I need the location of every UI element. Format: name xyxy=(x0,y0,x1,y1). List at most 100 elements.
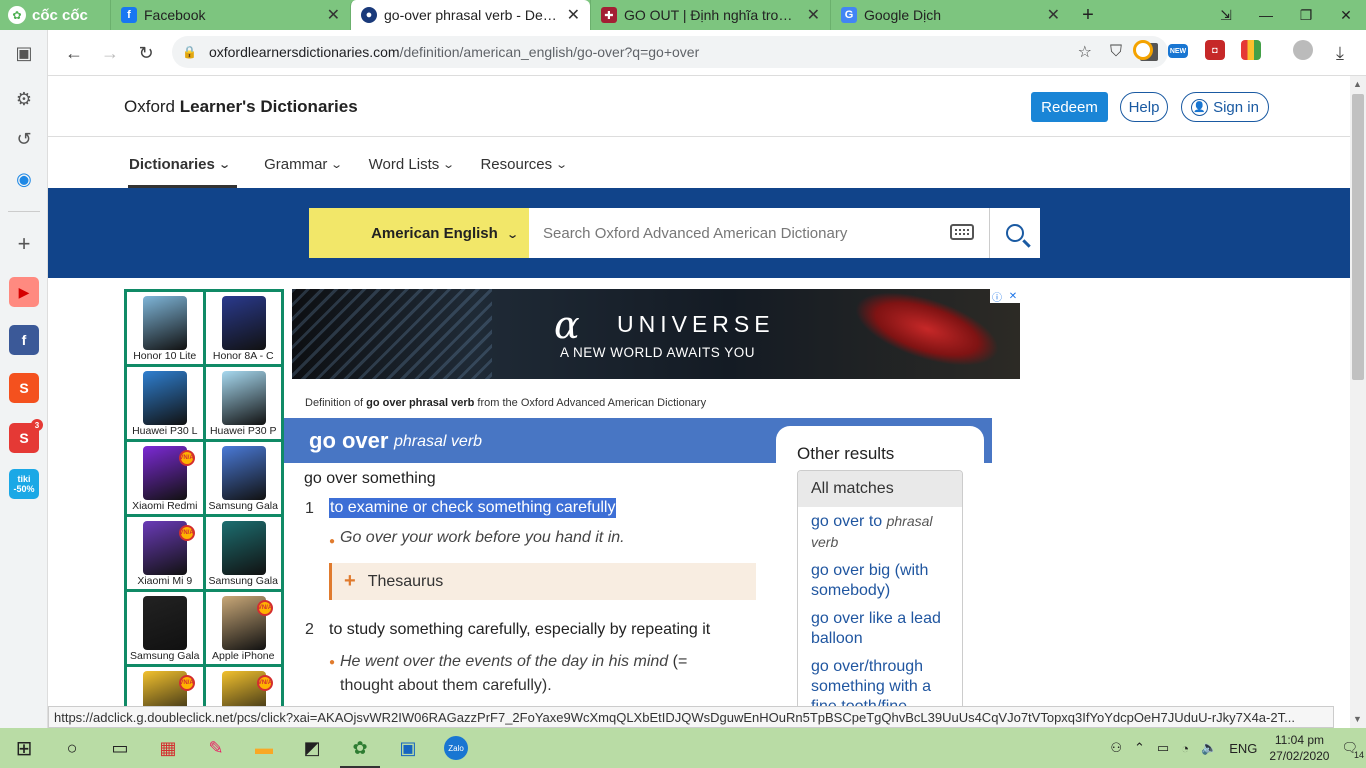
dictionary-select-label: American English xyxy=(371,224,498,242)
product-tile[interactable]: VN/A Apple iPhone xyxy=(205,592,281,664)
cortana-search-icon[interactable]: ○ xyxy=(48,728,96,768)
adchoices-icon[interactable]: ⓘ xyxy=(990,289,1004,304)
match-link[interactable]: go over like a lead balloon xyxy=(798,605,962,653)
maximize-icon[interactable]: ❐ xyxy=(1286,0,1326,30)
add-app-icon[interactable]: + xyxy=(9,229,39,259)
paint-app-icon[interactable]: ✎ xyxy=(192,728,240,768)
minimize-icon[interactable]: — xyxy=(1246,0,1286,30)
product-tile[interactable]: Huawei P30 L xyxy=(127,367,203,439)
headword: go over xyxy=(309,428,389,453)
volume-icon[interactable]: 🔈 xyxy=(1201,740,1217,756)
language-indicator[interactable]: ENG xyxy=(1229,741,1257,756)
messenger-icon[interactable]: ◉ xyxy=(9,164,39,194)
red-extension-icon[interactable]: ◘ xyxy=(1205,40,1225,60)
shield-icon[interactable]: ⛉ xyxy=(1110,43,1122,61)
page-scrollbar[interactable]: ▲ ▼ xyxy=(1350,76,1366,728)
nav-grammar[interactable]: Grammar ⌄ xyxy=(264,144,343,188)
app-taskbar-icon[interactable]: ▣ xyxy=(384,728,432,768)
tab-cambridge[interactable]: ✚ GO OUT | Định nghĩa trong Tiếng ✕ xyxy=(590,0,830,30)
nav-word-lists[interactable]: Word Lists ⌄ xyxy=(369,144,456,188)
battery-icon[interactable]: ▭ xyxy=(1157,740,1169,756)
product-ad-sidebar[interactable]: Honor 10 Lite Honor 8A - C Huawei P30 L Hua… xyxy=(124,289,284,728)
match-text: go over like a lead balloon xyxy=(811,610,941,647)
calendar-app-icon[interactable]: ▦ xyxy=(144,728,192,768)
nav-dictionaries[interactable]: Dictionaries ⌄ xyxy=(128,144,238,188)
sticky-notes-icon[interactable]: ◩ xyxy=(288,728,336,768)
help-button[interactable]: Help xyxy=(1120,92,1168,122)
tab-search-icon[interactable]: ⇲ xyxy=(1206,0,1246,30)
coccoc-taskbar-icon[interactable]: ✿ xyxy=(336,728,384,768)
forward-button[interactable]: → xyxy=(92,35,128,71)
show-hidden-icons[interactable]: ⌃ xyxy=(1134,740,1145,756)
close-icon[interactable]: ✕ xyxy=(567,5,580,25)
tab-facebook[interactable]: f Facebook ✕ xyxy=(110,0,350,30)
address-bar[interactable]: 🔒 oxfordlearnersdictionaries.com /defini… xyxy=(172,36,1168,68)
back-button[interactable]: ← xyxy=(56,35,92,71)
close-icon[interactable]: ✕ xyxy=(807,5,820,25)
thesaurus-toggle[interactable]: + Thesaurus xyxy=(329,563,756,600)
main-nav: Dictionaries ⌄ Grammar ⌄ Word Lists ⌄ Resou… xyxy=(128,144,568,188)
new-extension-icon[interactable]: NEW xyxy=(1168,44,1188,58)
product-tile[interactable]: Samsung Gala xyxy=(205,517,281,589)
product-tile[interactable]: Huawei P30 P xyxy=(205,367,281,439)
match-link[interactable]: go over to phrasal verb xyxy=(798,507,962,557)
bookmark-star-icon[interactable]: ☆ xyxy=(1078,42,1092,62)
sign-in-label: Sign in xyxy=(1213,98,1259,116)
match-link[interactable]: go over big (with somebody) xyxy=(798,557,962,605)
facebook-sidebar-icon[interactable]: f xyxy=(9,325,39,355)
sense-number: 1 xyxy=(305,500,314,517)
tab-google-translate[interactable]: G Google Dịch ✕ xyxy=(830,0,1070,30)
profile-avatar[interactable] xyxy=(1293,40,1313,60)
product-tile[interactable]: VN/A Xiaomi Mi 9 xyxy=(127,517,203,589)
scroll-down-icon[interactable]: ▼ xyxy=(1353,714,1362,724)
shopee-icon[interactable]: S xyxy=(9,373,39,403)
phone-image xyxy=(221,521,266,575)
sidebar-toggle-icon[interactable]: ▣ xyxy=(9,38,39,68)
close-ad-icon[interactable]: ✕ xyxy=(1006,289,1020,303)
youtube-icon[interactable]: ▶ xyxy=(9,277,39,307)
action-center-icon[interactable]: 🗨 14 xyxy=(1341,740,1364,760)
tab-oxford[interactable]: ● go-over phrasal verb - Definiti ✕ xyxy=(350,0,590,30)
history-icon[interactable]: ↺ xyxy=(9,124,39,154)
product-tile[interactable]: Samsung Gala xyxy=(127,592,203,664)
keyboard-icon[interactable] xyxy=(950,224,974,240)
phone-image xyxy=(221,296,266,350)
site-logo[interactable]: Oxford Learner's Dictionaries xyxy=(124,97,358,117)
phone-image xyxy=(221,446,266,500)
zalo-icon[interactable]: Zalo xyxy=(432,728,480,768)
file-explorer-icon[interactable]: ▬ xyxy=(240,728,288,768)
new-tab-button[interactable]: + xyxy=(1070,0,1106,30)
nav-resources[interactable]: Resources ⌄ xyxy=(480,144,568,188)
people-icon[interactable]: ⚇ xyxy=(1110,740,1122,756)
product-tile[interactable]: Honor 10 Lite xyxy=(127,292,203,364)
tiki-icon[interactable]: tiki -50% xyxy=(9,469,39,499)
coccoc-menu-button[interactable]: ✿ cốc cốc xyxy=(0,0,110,30)
redeem-button[interactable]: Redeem xyxy=(1031,92,1108,122)
sendo-icon[interactable]: S3 xyxy=(9,419,43,453)
scroll-up-icon[interactable]: ▲ xyxy=(1353,79,1362,89)
color-extension-icon[interactable] xyxy=(1241,40,1261,60)
lock-icon[interactable]: 🔒 xyxy=(182,45,197,59)
product-tile[interactable]: VN/A Xiaomi Redmi xyxy=(127,442,203,514)
downloads-icon[interactable]: ⤓ xyxy=(1322,35,1358,71)
scrollbar-thumb[interactable] xyxy=(1352,94,1364,380)
banner-ad[interactable]: α UNIVERSE A NEW WORLD AWAITS YOU ⓘ ✕ xyxy=(292,289,1020,379)
product-tile[interactable]: Samsung Gala xyxy=(205,442,281,514)
close-icon[interactable]: ✕ xyxy=(327,5,340,25)
search-input[interactable]: Search Oxford Advanced American Dictiona… xyxy=(529,208,1040,258)
clock[interactable]: 11:04 pm 27/02/2020 xyxy=(1269,732,1329,764)
close-window-icon[interactable]: ✕ xyxy=(1326,0,1366,30)
product-tile[interactable]: Honor 8A - C xyxy=(205,292,281,364)
windows-start-icon[interactable]: ⊞ xyxy=(0,728,48,768)
wifi-icon[interactable]: ◔ xyxy=(1181,741,1189,756)
sign-in-button[interactable]: 👤 Sign in xyxy=(1181,92,1269,122)
reload-button[interactable]: ↻ xyxy=(128,35,164,71)
settings-icon[interactable]: ⚙ xyxy=(9,84,39,114)
search-button[interactable] xyxy=(989,208,1040,258)
task-view-icon[interactable]: ▭ xyxy=(96,728,144,768)
dictionary-select[interactable]: American English ⌄ xyxy=(309,208,529,258)
close-icon[interactable]: ✕ xyxy=(1047,5,1060,25)
coccoc-extension-icon[interactable] xyxy=(1133,40,1153,60)
badge-icon: VN/A xyxy=(257,675,273,691)
nav-label: Resources xyxy=(480,156,553,173)
